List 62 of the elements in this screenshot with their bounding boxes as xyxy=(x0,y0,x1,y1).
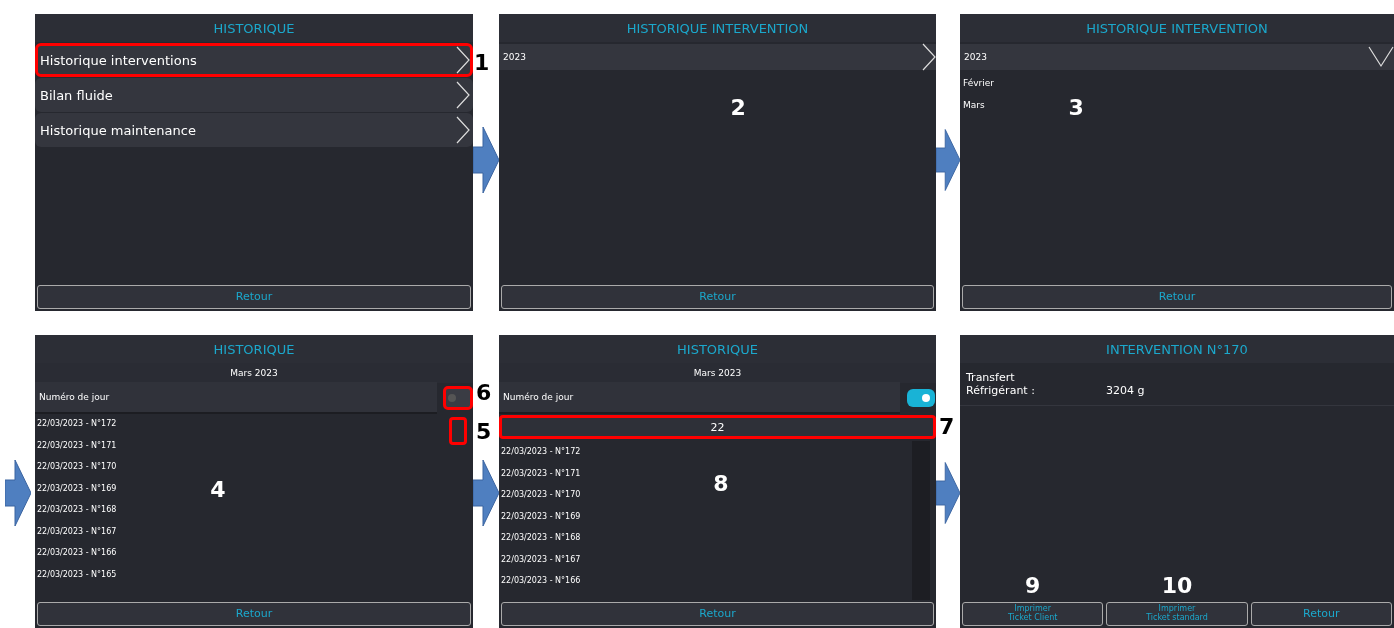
intervention-item[interactable]: 22/03/2023 - N°171 xyxy=(35,434,117,456)
intervention-item[interactable]: 22/03/2023 - N°169 xyxy=(35,477,117,499)
chevron-right-icon xyxy=(456,116,470,144)
step-number: 8 xyxy=(713,473,729,495)
screen-title: HISTORIQUE xyxy=(213,341,295,357)
back-button[interactable]: Retour xyxy=(1250,602,1392,626)
intervention-item[interactable]: 22/03/2023 - N°168 xyxy=(499,527,581,549)
screen-title: HISTORIQUE xyxy=(213,20,295,36)
flow-arrow-icon xyxy=(473,460,499,526)
intervention-item[interactable]: 22/03/2023 - N°166 xyxy=(499,570,581,592)
intervention-item[interactable]: 22/03/2023 - N°170 xyxy=(35,456,117,478)
month-subtitle: Mars 2023 xyxy=(230,368,278,378)
chevron-right-icon xyxy=(922,43,936,71)
intervention-item[interactable]: 22/03/2023 - N°170 xyxy=(499,484,581,506)
step-number: 7 xyxy=(939,416,955,438)
back-button[interactable]: Retour xyxy=(501,602,934,626)
field-label: Transfert Réfrigérant : xyxy=(966,371,1036,397)
back-button[interactable]: Retour xyxy=(962,285,1392,309)
flow-arrow-icon xyxy=(936,460,960,526)
step-number: 5 xyxy=(476,421,492,443)
step-number: 4 xyxy=(210,479,226,501)
month-item[interactable]: Mars xyxy=(960,92,988,114)
intervention-item[interactable]: 22/03/2023 - N°167 xyxy=(35,520,117,542)
flow-arrow-icon xyxy=(473,127,499,193)
step-number: 2 xyxy=(730,97,746,119)
intervention-item[interactable]: 22/03/2023 - N°172 xyxy=(499,441,581,463)
toggle-switch[interactable] xyxy=(907,389,935,407)
intervention-item[interactable]: 22/03/2023 - N°172 xyxy=(35,413,117,435)
chevron-right-icon xyxy=(456,81,470,109)
menu-item[interactable]: Historique maintenance xyxy=(35,113,473,147)
back-button[interactable]: Retour xyxy=(501,285,934,309)
intervention-item[interactable]: 22/03/2023 - N°167 xyxy=(499,548,581,570)
flow-arrow-icon xyxy=(936,127,960,193)
intervention-item[interactable]: 22/03/2023 - N°165 xyxy=(35,563,117,585)
step-number: 10 xyxy=(1161,575,1193,597)
scrollbar[interactable] xyxy=(449,417,467,445)
back-button[interactable]: Retour xyxy=(37,285,471,309)
chevron-down-icon xyxy=(1368,46,1394,68)
screen-title: INTERVENTION N°170 xyxy=(1106,341,1248,357)
back-button[interactable]: Retour xyxy=(37,602,471,626)
screen-title: HISTORIQUE INTERVENTION xyxy=(1086,20,1268,36)
chevron-right-icon xyxy=(456,46,470,74)
intervention-item[interactable]: 22/03/2023 - N°166 xyxy=(35,542,117,564)
year-row[interactable]: 2023 xyxy=(499,44,936,70)
intervention-item[interactable]: 22/03/2023 - N°169 xyxy=(499,505,581,527)
filter-label: Numéro de jour xyxy=(39,392,110,402)
menu-item[interactable]: Bilan fluide xyxy=(35,78,473,112)
step-number: 9 xyxy=(1025,575,1041,597)
intervention-item[interactable]: 22/03/2023 - N°171 xyxy=(499,462,581,484)
toggle-switch[interactable] xyxy=(443,386,473,410)
step-number: 3 xyxy=(1068,97,1084,119)
intervention-item[interactable]: 22/03/2023 - N°168 xyxy=(35,499,117,521)
screen-title: HISTORIQUE xyxy=(677,341,758,357)
year-row[interactable]: 2023 xyxy=(960,44,1394,70)
step-number: 1 xyxy=(474,52,490,74)
flow-arrow-icon xyxy=(4,460,31,526)
field-value: 3204 g xyxy=(1106,384,1145,397)
month-subtitle: Mars 2023 xyxy=(693,368,742,378)
filter-label: Numéro de jour xyxy=(503,392,574,402)
step-number: 6 xyxy=(476,382,492,404)
screen-title: HISTORIQUE INTERVENTION xyxy=(626,20,809,36)
month-item[interactable]: Février xyxy=(960,70,997,92)
